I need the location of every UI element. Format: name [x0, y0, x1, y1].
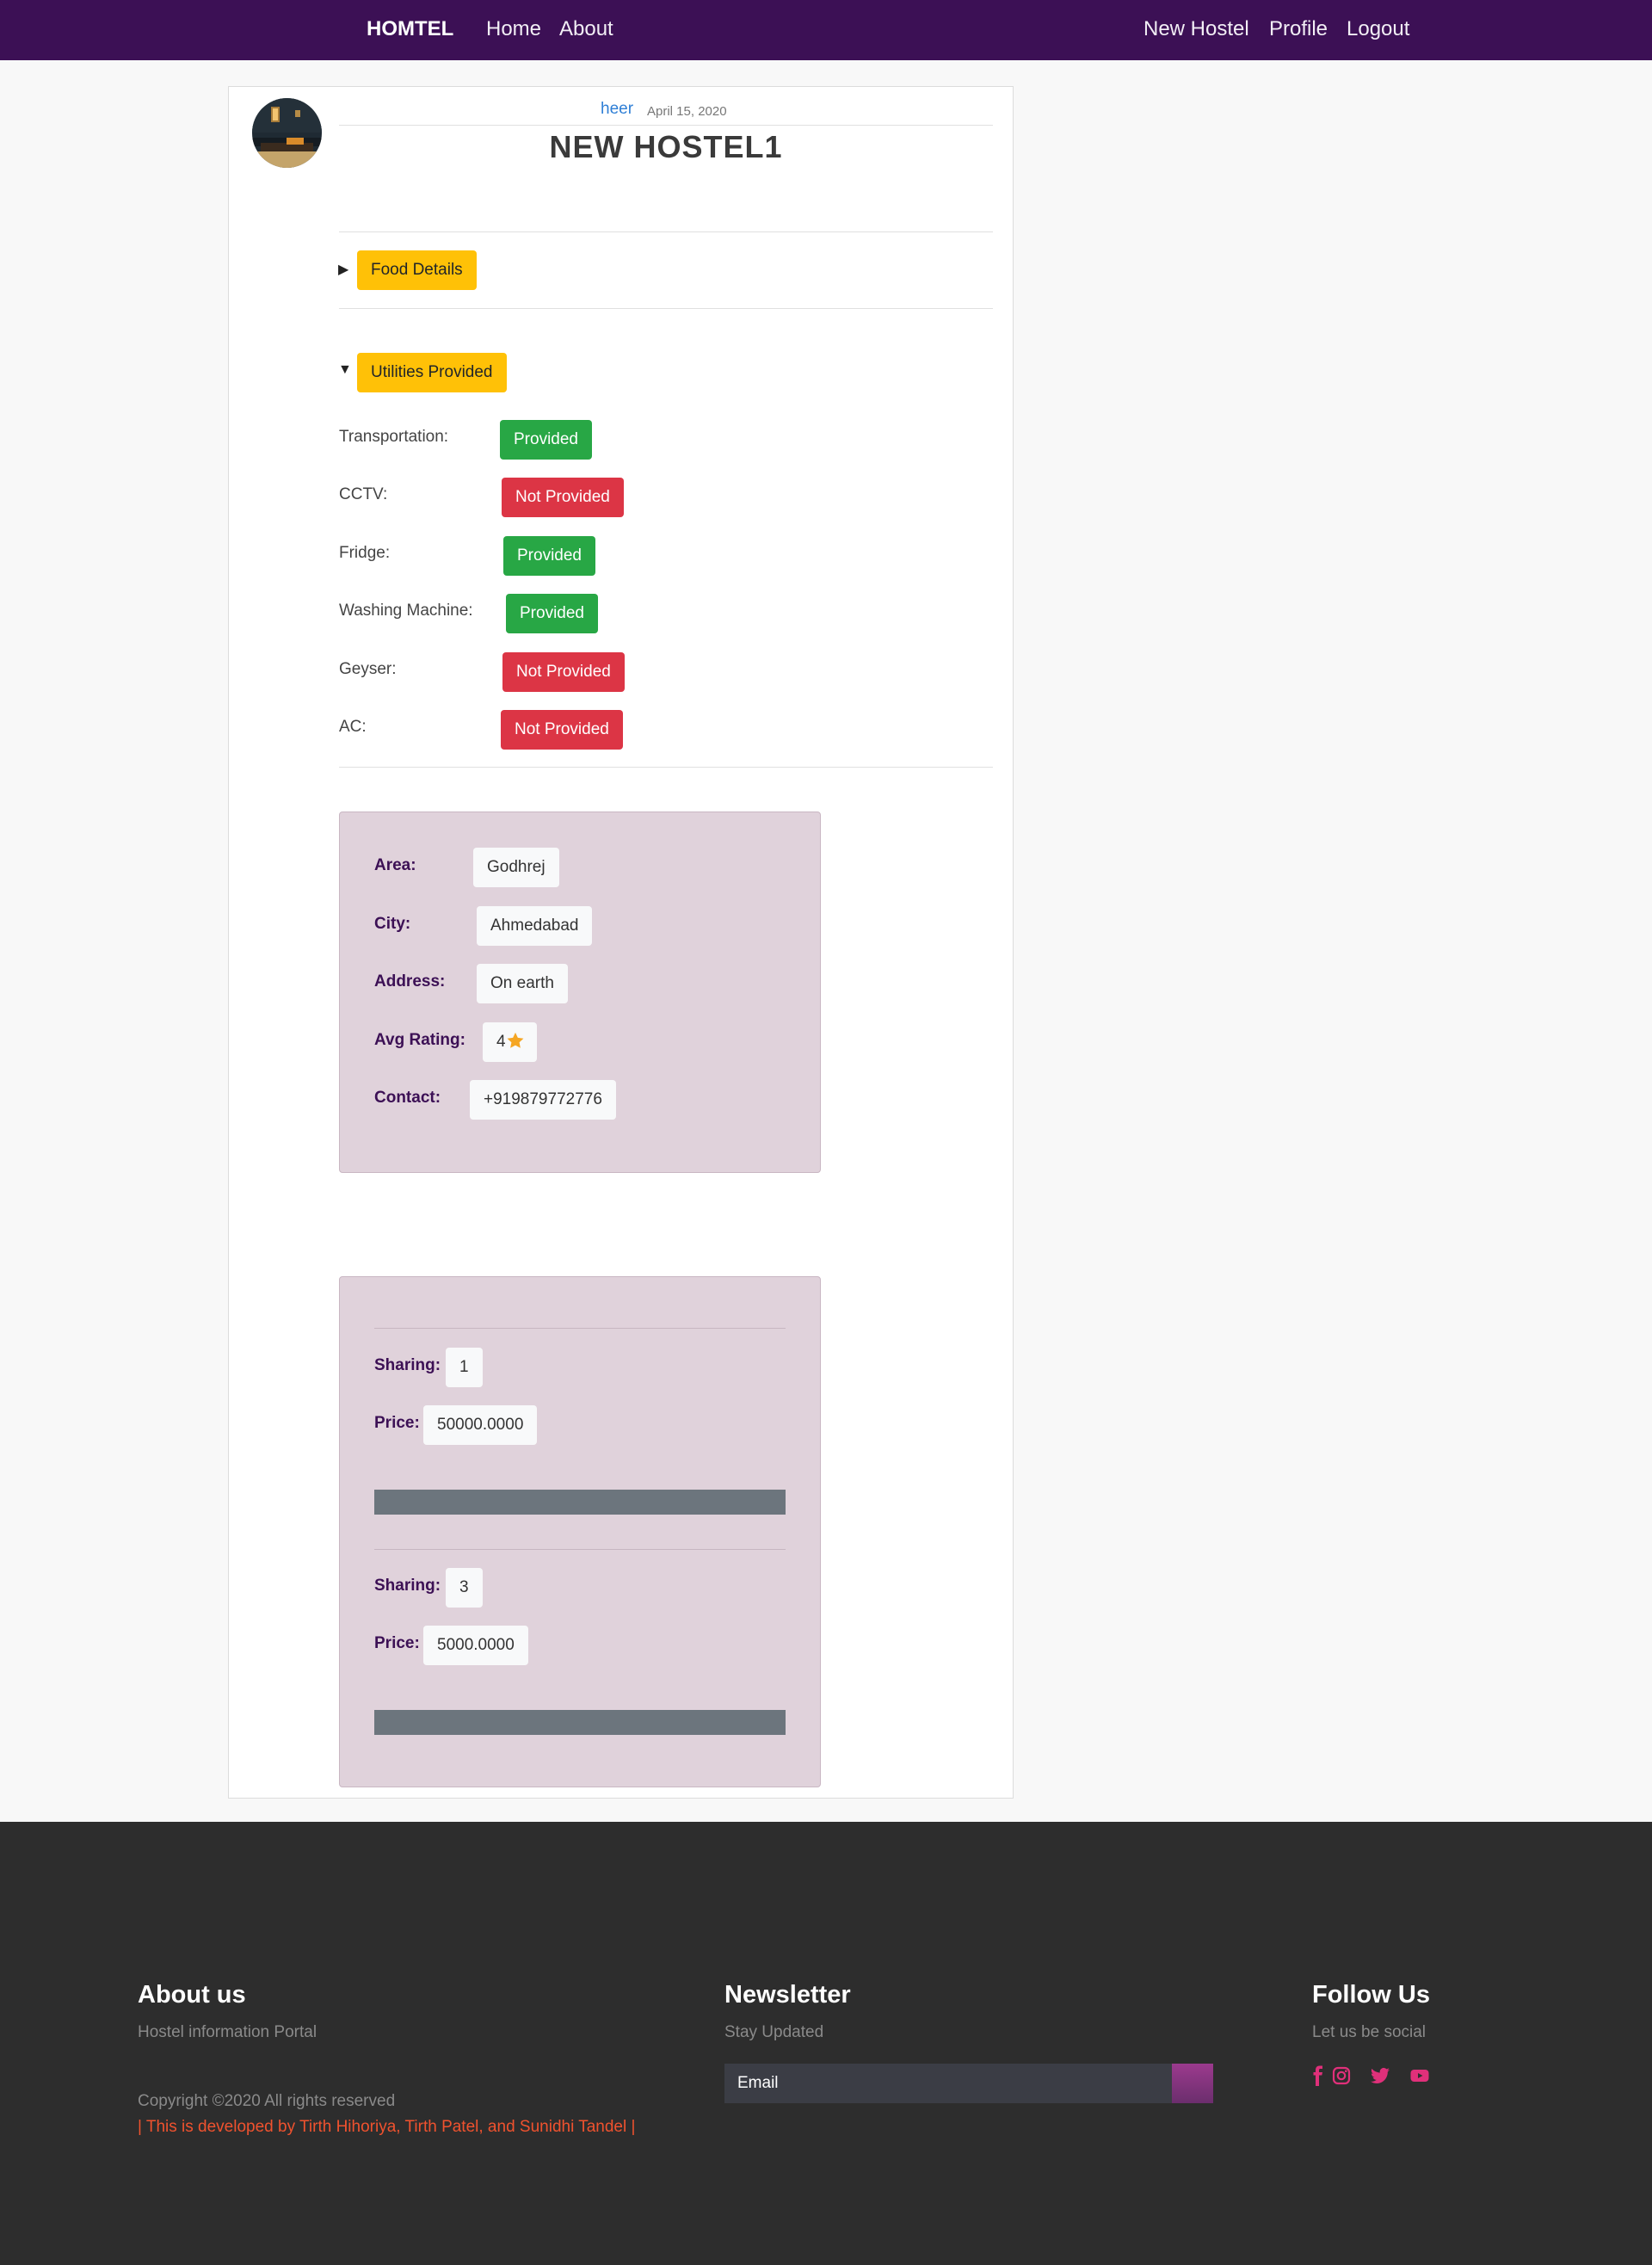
section-divider: [339, 231, 993, 232]
footer-newsletter-title: Newsletter: [724, 1981, 851, 2009]
footer-newsletter-text: Stay Updated: [724, 2023, 824, 2041]
city-label: City:: [374, 915, 411, 933]
nav-logout-link[interactable]: Logout: [1347, 15, 1409, 43]
instagram-icon[interactable]: [1331, 2065, 1352, 2086]
nav-profile-link[interactable]: Profile: [1269, 15, 1328, 43]
rating-number: 4: [496, 1033, 506, 1051]
utility-status-badge: Provided: [506, 594, 598, 633]
avg-rating-label: Avg Rating:: [374, 1031, 465, 1049]
room-action-bar[interactable]: [374, 1490, 786, 1515]
hostel-title: NEW HOSTEL1: [549, 129, 783, 164]
address-label: Address:: [374, 972, 446, 991]
utility-label: Washing Machine:: [339, 602, 473, 620]
star-icon: [507, 1032, 524, 1048]
sharing-value: 1: [446, 1348, 483, 1387]
footer-about-title: About us: [138, 1981, 246, 2009]
brand-link[interactable]: HOMTEL: [367, 15, 453, 43]
expanded-triangle-icon[interactable]: ▼: [338, 362, 352, 378]
utility-label: CCTV:: [339, 485, 388, 503]
price-value: 50000.0000: [423, 1405, 538, 1445]
utility-label: Fridge:: [339, 544, 391, 562]
meta-divider: [339, 125, 993, 126]
footer-follow-text: Let us be social: [1312, 2023, 1427, 2041]
utility-status-badge: Not Provided: [501, 710, 623, 750]
room-divider: [374, 1328, 786, 1329]
collapsed-triangle-icon[interactable]: ▶: [338, 261, 348, 278]
footer-follow-title: Follow Us: [1312, 1981, 1430, 2009]
newsletter-email-input[interactable]: Email: [724, 2064, 1172, 2103]
navbar: HOMTEL Home About New Hostel Profile Log…: [0, 0, 1652, 60]
price-label: Price:: [374, 1634, 420, 1652]
nav-about-link[interactable]: About: [559, 15, 613, 43]
contact-value: +919879772776: [470, 1080, 616, 1120]
area-label: Area:: [374, 856, 416, 874]
contact-label: Contact:: [374, 1089, 441, 1107]
footer: [0, 1822, 1652, 2265]
utility-status-badge: Provided: [500, 420, 592, 460]
address-value: On earth: [477, 964, 568, 1003]
newsletter-submit-button[interactable]: [1172, 2064, 1213, 2103]
utility-status-badge: Not Provided: [502, 478, 624, 517]
utility-status-badge: Not Provided: [502, 652, 625, 692]
utility-label: Transportation:: [339, 428, 449, 446]
utility-label: Geyser:: [339, 660, 397, 678]
facebook-icon[interactable]: [1308, 2065, 1328, 2086]
food-details-summary[interactable]: Food Details: [357, 250, 477, 290]
post-date: April 15, 2020: [647, 104, 727, 119]
price-value: 5000.0000: [423, 1626, 528, 1665]
twitter-icon[interactable]: [1370, 2065, 1390, 2086]
avg-rating-value: 4: [483, 1022, 537, 1062]
area-value: Godhrej: [473, 848, 559, 887]
nav-new-hostel-link[interactable]: New Hostel: [1143, 15, 1249, 43]
room-action-bar[interactable]: [374, 1710, 786, 1735]
section-divider: [339, 767, 993, 768]
section-divider: [339, 308, 993, 309]
room-divider: [374, 1549, 786, 1550]
price-label: Price:: [374, 1414, 420, 1432]
sharing-label: Sharing:: [374, 1577, 441, 1595]
city-value: Ahmedabad: [477, 906, 593, 946]
post-author-link[interactable]: heer: [601, 100, 633, 119]
footer-about-text: Hostel information Portal: [138, 2023, 317, 2041]
sharing-label: Sharing:: [374, 1356, 441, 1374]
utility-status-badge: Provided: [503, 536, 595, 576]
youtube-icon[interactable]: [1409, 2065, 1430, 2086]
author-avatar: [252, 98, 322, 168]
utility-label: AC:: [339, 718, 367, 736]
utilities-summary[interactable]: Utilities Provided: [357, 353, 507, 392]
footer-credits: | This is developed by Tirth Hihoriya, T…: [138, 2118, 636, 2136]
nav-home-link[interactable]: Home: [486, 15, 541, 43]
sharing-value: 3: [446, 1568, 483, 1608]
footer-copyright: Copyright ©2020 All rights reserved: [138, 2092, 396, 2110]
